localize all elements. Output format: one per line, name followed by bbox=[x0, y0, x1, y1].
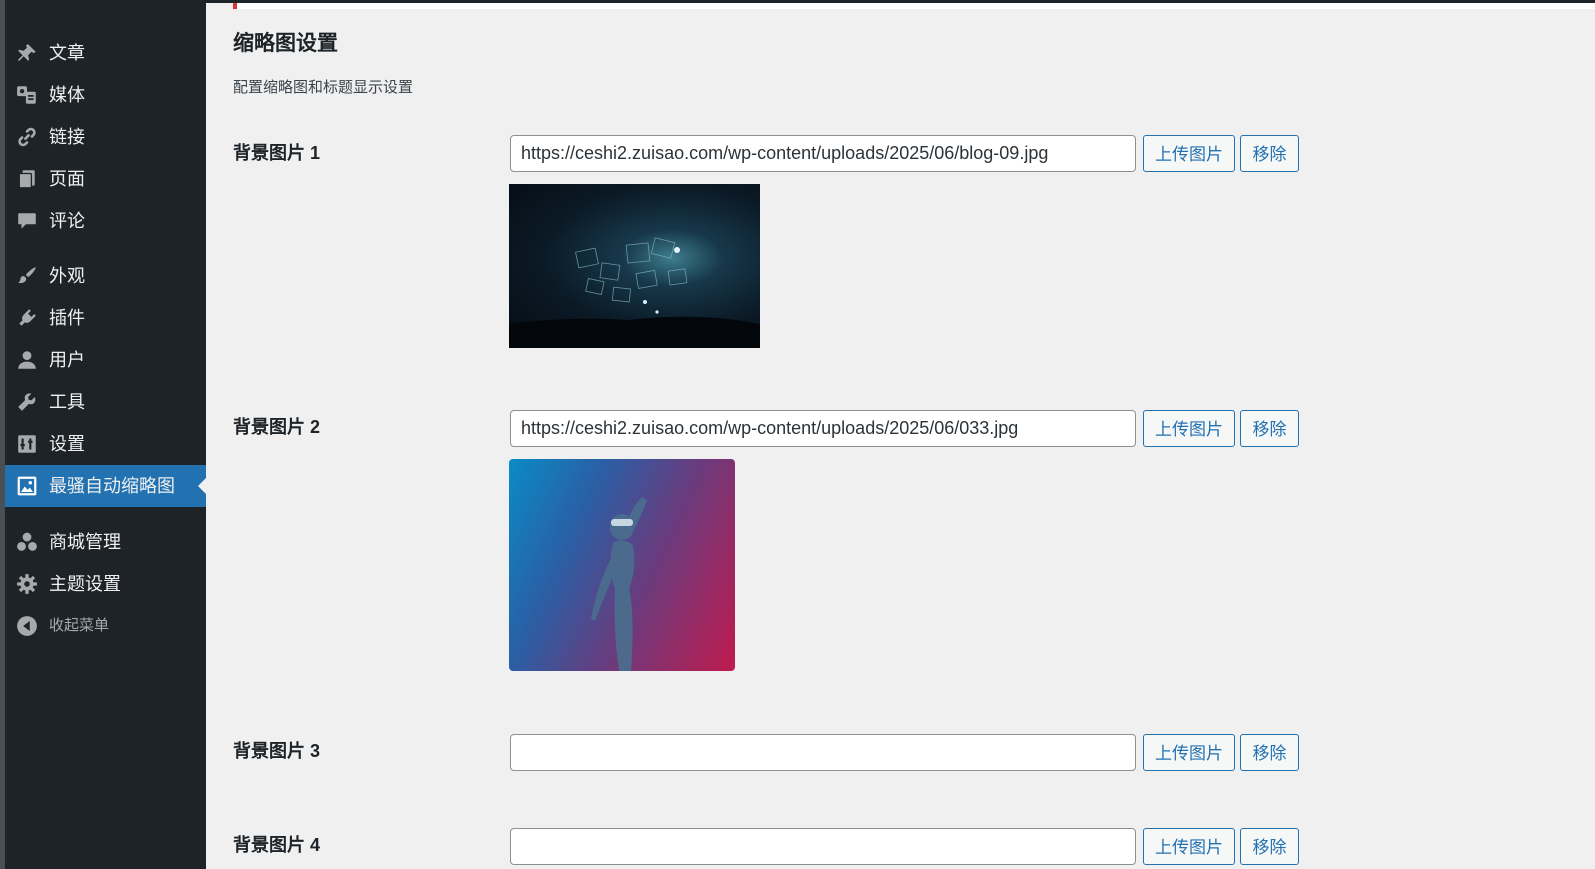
background-image-2-preview bbox=[509, 459, 735, 671]
sidebar-item-label: 链接 bbox=[49, 127, 85, 147]
background-image-1-label: 背景图片 1 bbox=[233, 143, 321, 163]
sidebar-item-label: 插件 bbox=[49, 308, 85, 328]
upload-image-3-button[interactable]: 上传图片 bbox=[1143, 734, 1235, 771]
sidebar-item-label: 设置 bbox=[49, 434, 85, 454]
upload-image-4-button[interactable]: 上传图片 bbox=[1143, 828, 1235, 865]
link-icon bbox=[16, 126, 38, 148]
sidebar-item-theme-settings[interactable]: 主题设置 bbox=[5, 563, 206, 605]
sidebar-item-appearance[interactable]: 外观 bbox=[5, 255, 206, 297]
sidebar-item-settings[interactable]: 设置 bbox=[5, 423, 206, 465]
remove-image-3-button[interactable]: 移除 bbox=[1240, 734, 1299, 771]
sidebar-item-auto-thumbnail[interactable]: 最骚自动缩略图 bbox=[5, 465, 206, 507]
sidebar-item-links[interactable]: 链接 bbox=[5, 116, 206, 158]
comment-icon bbox=[16, 210, 38, 232]
background-image-1-url-input[interactable] bbox=[510, 135, 1136, 172]
dancer-artwork bbox=[591, 497, 647, 671]
sidebar-item-tools[interactable]: 工具 bbox=[5, 381, 206, 423]
sidebar-item-collapse-menu[interactable]: 收起菜单 bbox=[5, 605, 206, 647]
plugin-icon bbox=[16, 307, 38, 329]
user-icon bbox=[16, 349, 38, 371]
sidebar-item-users[interactable]: 用户 bbox=[5, 339, 206, 381]
sidebar-item-label: 外观 bbox=[49, 266, 85, 286]
sidebar-item-label: 收起菜单 bbox=[49, 617, 110, 634]
sidebar-item-label: 媒体 bbox=[49, 85, 85, 105]
stage-light-artwork bbox=[509, 237, 760, 348]
upload-image-1-button[interactable]: 上传图片 bbox=[1143, 135, 1235, 172]
page-description: 配置缩略图和标题显示设置 bbox=[233, 79, 414, 96]
settings-icon bbox=[16, 433, 38, 455]
remove-image-2-button[interactable]: 移除 bbox=[1240, 410, 1299, 447]
remove-image-4-button[interactable]: 移除 bbox=[1240, 828, 1299, 865]
collapse-icon bbox=[16, 615, 38, 637]
paintbrush-icon bbox=[16, 265, 38, 287]
background-image-2-url-input[interactable] bbox=[510, 410, 1136, 447]
background-image-3-url-input[interactable] bbox=[510, 734, 1136, 771]
sidebar-item-plugins[interactable]: 插件 bbox=[5, 297, 206, 339]
background-image-3-label: 背景图片 3 bbox=[233, 741, 321, 761]
background-image-2-label: 背景图片 2 bbox=[233, 417, 321, 437]
sidebar-item-label: 页面 bbox=[49, 169, 85, 189]
pushpin-icon bbox=[16, 42, 38, 64]
background-image-1-preview bbox=[509, 184, 760, 348]
pages-icon bbox=[16, 168, 38, 190]
sidebar-item-label: 最骚自动缩略图 bbox=[49, 476, 175, 496]
sidebar-item-posts[interactable]: 文章 bbox=[5, 32, 206, 74]
image-icon bbox=[16, 475, 38, 497]
media-icon bbox=[16, 84, 38, 106]
active-indicator-arrow bbox=[198, 478, 206, 494]
sidebar-item-pages[interactable]: 页面 bbox=[5, 158, 206, 200]
sidebar-item-label: 用户 bbox=[49, 350, 85, 370]
sidebar-item-comments[interactable]: 评论 bbox=[5, 200, 206, 242]
sidebar-item-label: 文章 bbox=[49, 43, 85, 63]
sidebar-item-shop-management[interactable]: 商城管理 bbox=[5, 521, 206, 563]
background-image-4-url-input[interactable] bbox=[510, 828, 1136, 865]
sidebar-item-label: 工具 bbox=[49, 392, 85, 412]
background-image-4-label: 背景图片 4 bbox=[233, 835, 321, 855]
page-title: 缩略图设置 bbox=[233, 32, 338, 55]
groups-icon bbox=[16, 531, 38, 553]
remove-image-1-button[interactable]: 移除 bbox=[1240, 135, 1299, 172]
upload-image-2-button[interactable]: 上传图片 bbox=[1143, 410, 1235, 447]
sidebar-item-label: 商城管理 bbox=[49, 532, 121, 552]
sidebar-item-label: 评论 bbox=[49, 211, 85, 231]
gear-icon bbox=[16, 573, 38, 595]
sidebar-item-label: 主题设置 bbox=[49, 574, 121, 594]
admin-sidebar: 文章 媒体 链接 页面 评论 外观 插件 用户 工具 设置 最骚自动缩略图 商城… bbox=[5, 0, 206, 869]
notice-edge bbox=[233, 3, 1595, 9]
sidebar-item-media[interactable]: 媒体 bbox=[5, 74, 206, 116]
wrench-icon bbox=[16, 391, 38, 413]
